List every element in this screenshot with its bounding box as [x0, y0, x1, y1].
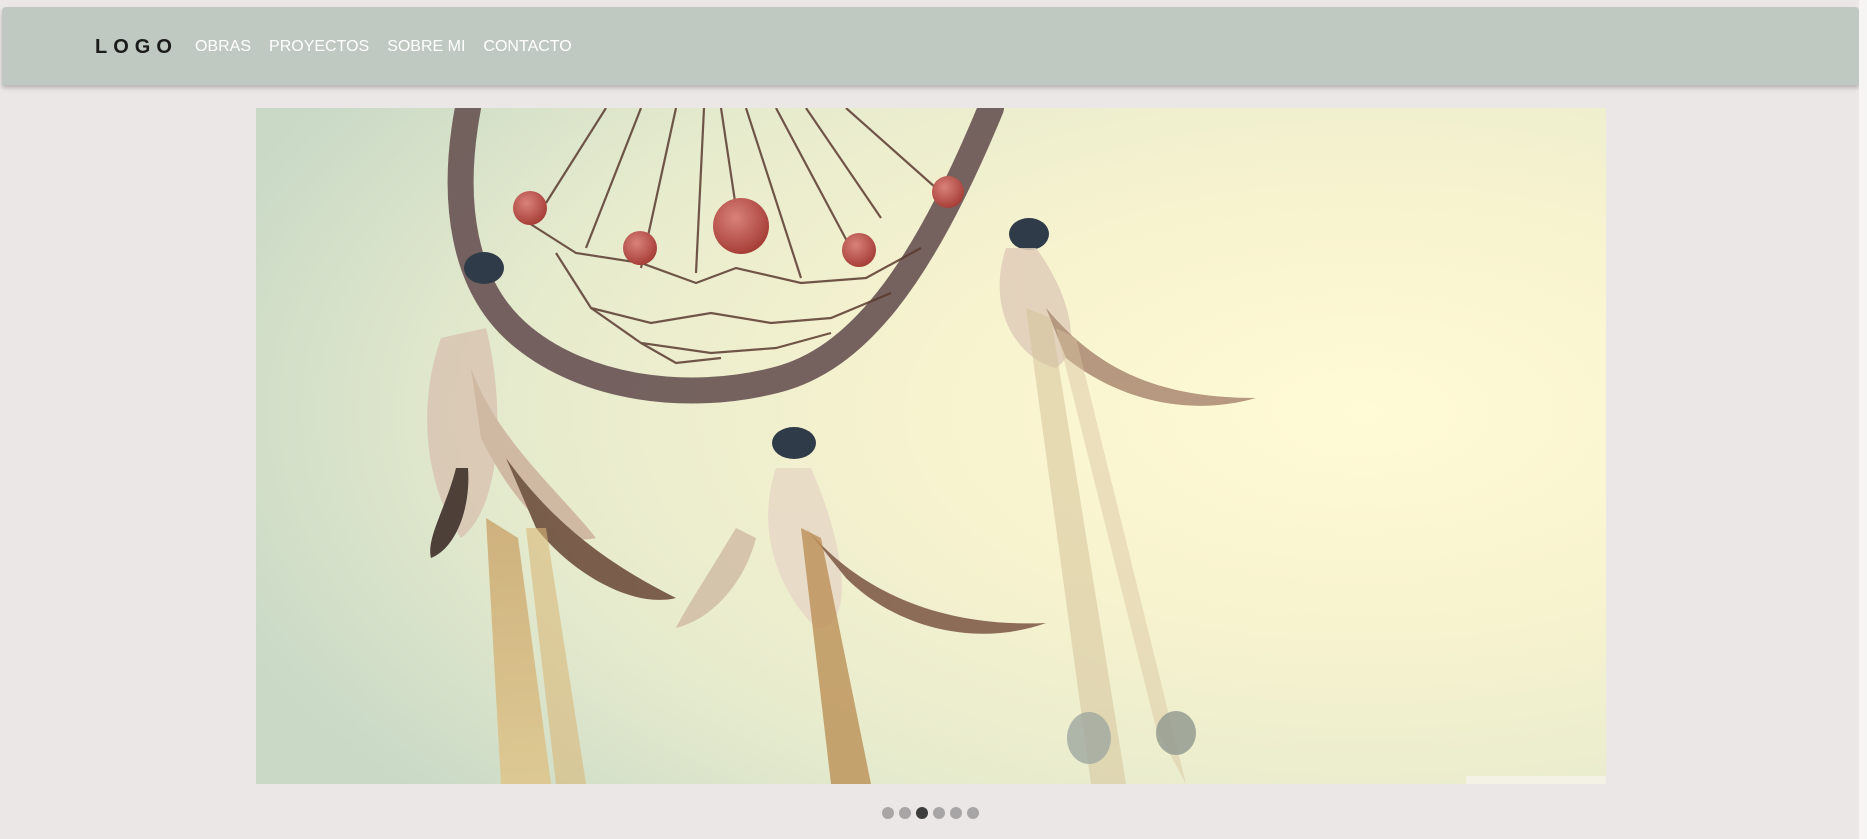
carousel-dot[interactable]	[899, 807, 911, 819]
nav-link-sobre-mi[interactable]: SOBRE MI	[387, 36, 465, 58]
site-logo[interactable]: LOGO	[95, 35, 178, 59]
hero-slide-image	[256, 108, 1606, 784]
scrollbar-track[interactable]	[1859, 0, 1867, 839]
nav-link-contacto[interactable]: CONTACTO	[483, 36, 571, 58]
carousel-dot[interactable]	[967, 807, 979, 819]
main-nav: OBRAS PROYECTOS SOBRE MI CONTACTO	[195, 36, 590, 58]
top-navbar: LOGO OBRAS PROYECTOS SOBRE MI CONTACTO	[2, 7, 1859, 85]
carousel-indicators	[882, 807, 979, 819]
carousel-dot[interactable]	[950, 807, 962, 819]
carousel-dot[interactable]	[916, 807, 928, 819]
nav-link-proyectos[interactable]: PROYECTOS	[269, 36, 369, 58]
carousel-dot[interactable]	[882, 807, 894, 819]
carousel-dot[interactable]	[933, 807, 945, 819]
page: LOGO OBRAS PROYECTOS SOBRE MI CONTACTO	[0, 0, 1859, 839]
hero-carousel[interactable]	[256, 108, 1606, 784]
nav-link-obras[interactable]: OBRAS	[195, 36, 251, 58]
